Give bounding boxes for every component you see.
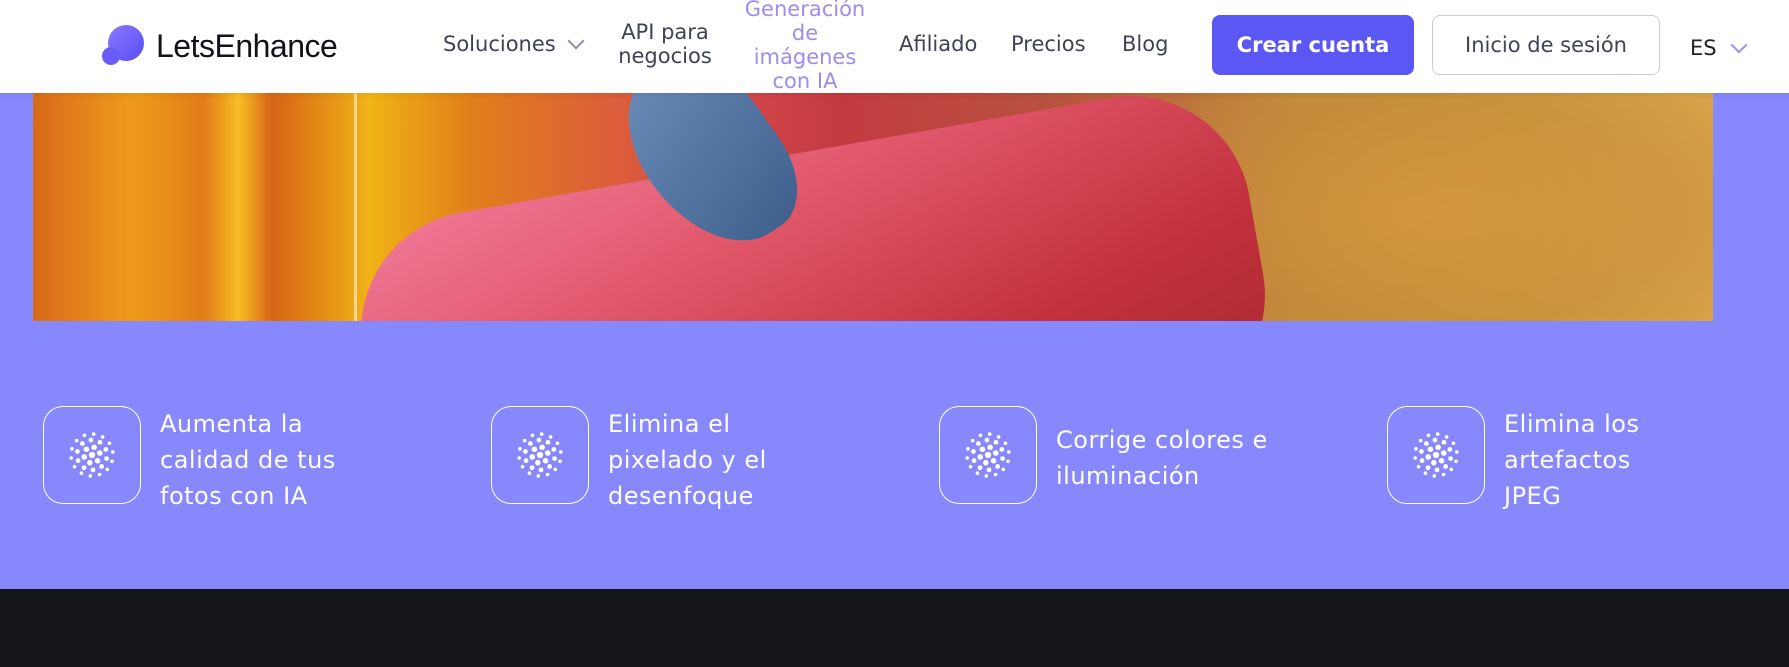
language-selector[interactable]: ES [1690,36,1748,60]
dots-sparkle-icon [491,406,589,504]
feature-item: Elimina el pixelado y el desenfoque [491,406,808,514]
feature-item: Elimina los artefactos JPEG [1387,406,1684,514]
feature-text: Aumenta la calidad de tus fotos con IA [160,410,336,510]
feature-item: Corrige colores e iluminación [939,406,1276,504]
nav-afiliado[interactable]: Afiliado [899,32,977,56]
logo-mark-icon [102,25,144,67]
chevron-down-icon [567,32,585,50]
logo[interactable]: LetsEnhance [102,25,338,67]
feature-text: Corrige colores e iluminación [1056,426,1268,490]
dots-sparkle-icon [43,406,141,504]
nav-soluciones[interactable]: Soluciones [443,32,585,56]
footer-section [0,589,1789,667]
language-label: ES [1690,36,1717,60]
hero-image [33,93,1713,321]
nav-soluciones-label: Soluciones [443,32,556,56]
logo-text: LetsEnhance [156,27,338,64]
login-button[interactable]: Inicio de sesión [1432,15,1660,75]
nav-generacion-imagenes[interactable]: Generación de imágenes con IA [738,0,872,93]
dots-sparkle-icon [939,406,1037,504]
comparison-divider[interactable] [354,93,357,321]
nav-precios[interactable]: Precios [1011,32,1086,56]
dots-sparkle-icon [1387,406,1485,504]
feature-text: Elimina el pixelado y el desenfoque [608,410,767,510]
create-account-button[interactable]: Crear cuenta [1212,15,1414,75]
nav-api-para-negocios[interactable]: API para negocios [612,20,718,68]
feature-text: Elimina los artefactos JPEG [1504,410,1640,510]
chevron-down-icon [1730,36,1748,54]
site-header: LetsEnhance Soluciones API para negocios… [0,0,1789,93]
nav-blog[interactable]: Blog [1122,32,1168,56]
feature-item: Aumenta la calidad de tus fotos con IA [43,406,360,514]
